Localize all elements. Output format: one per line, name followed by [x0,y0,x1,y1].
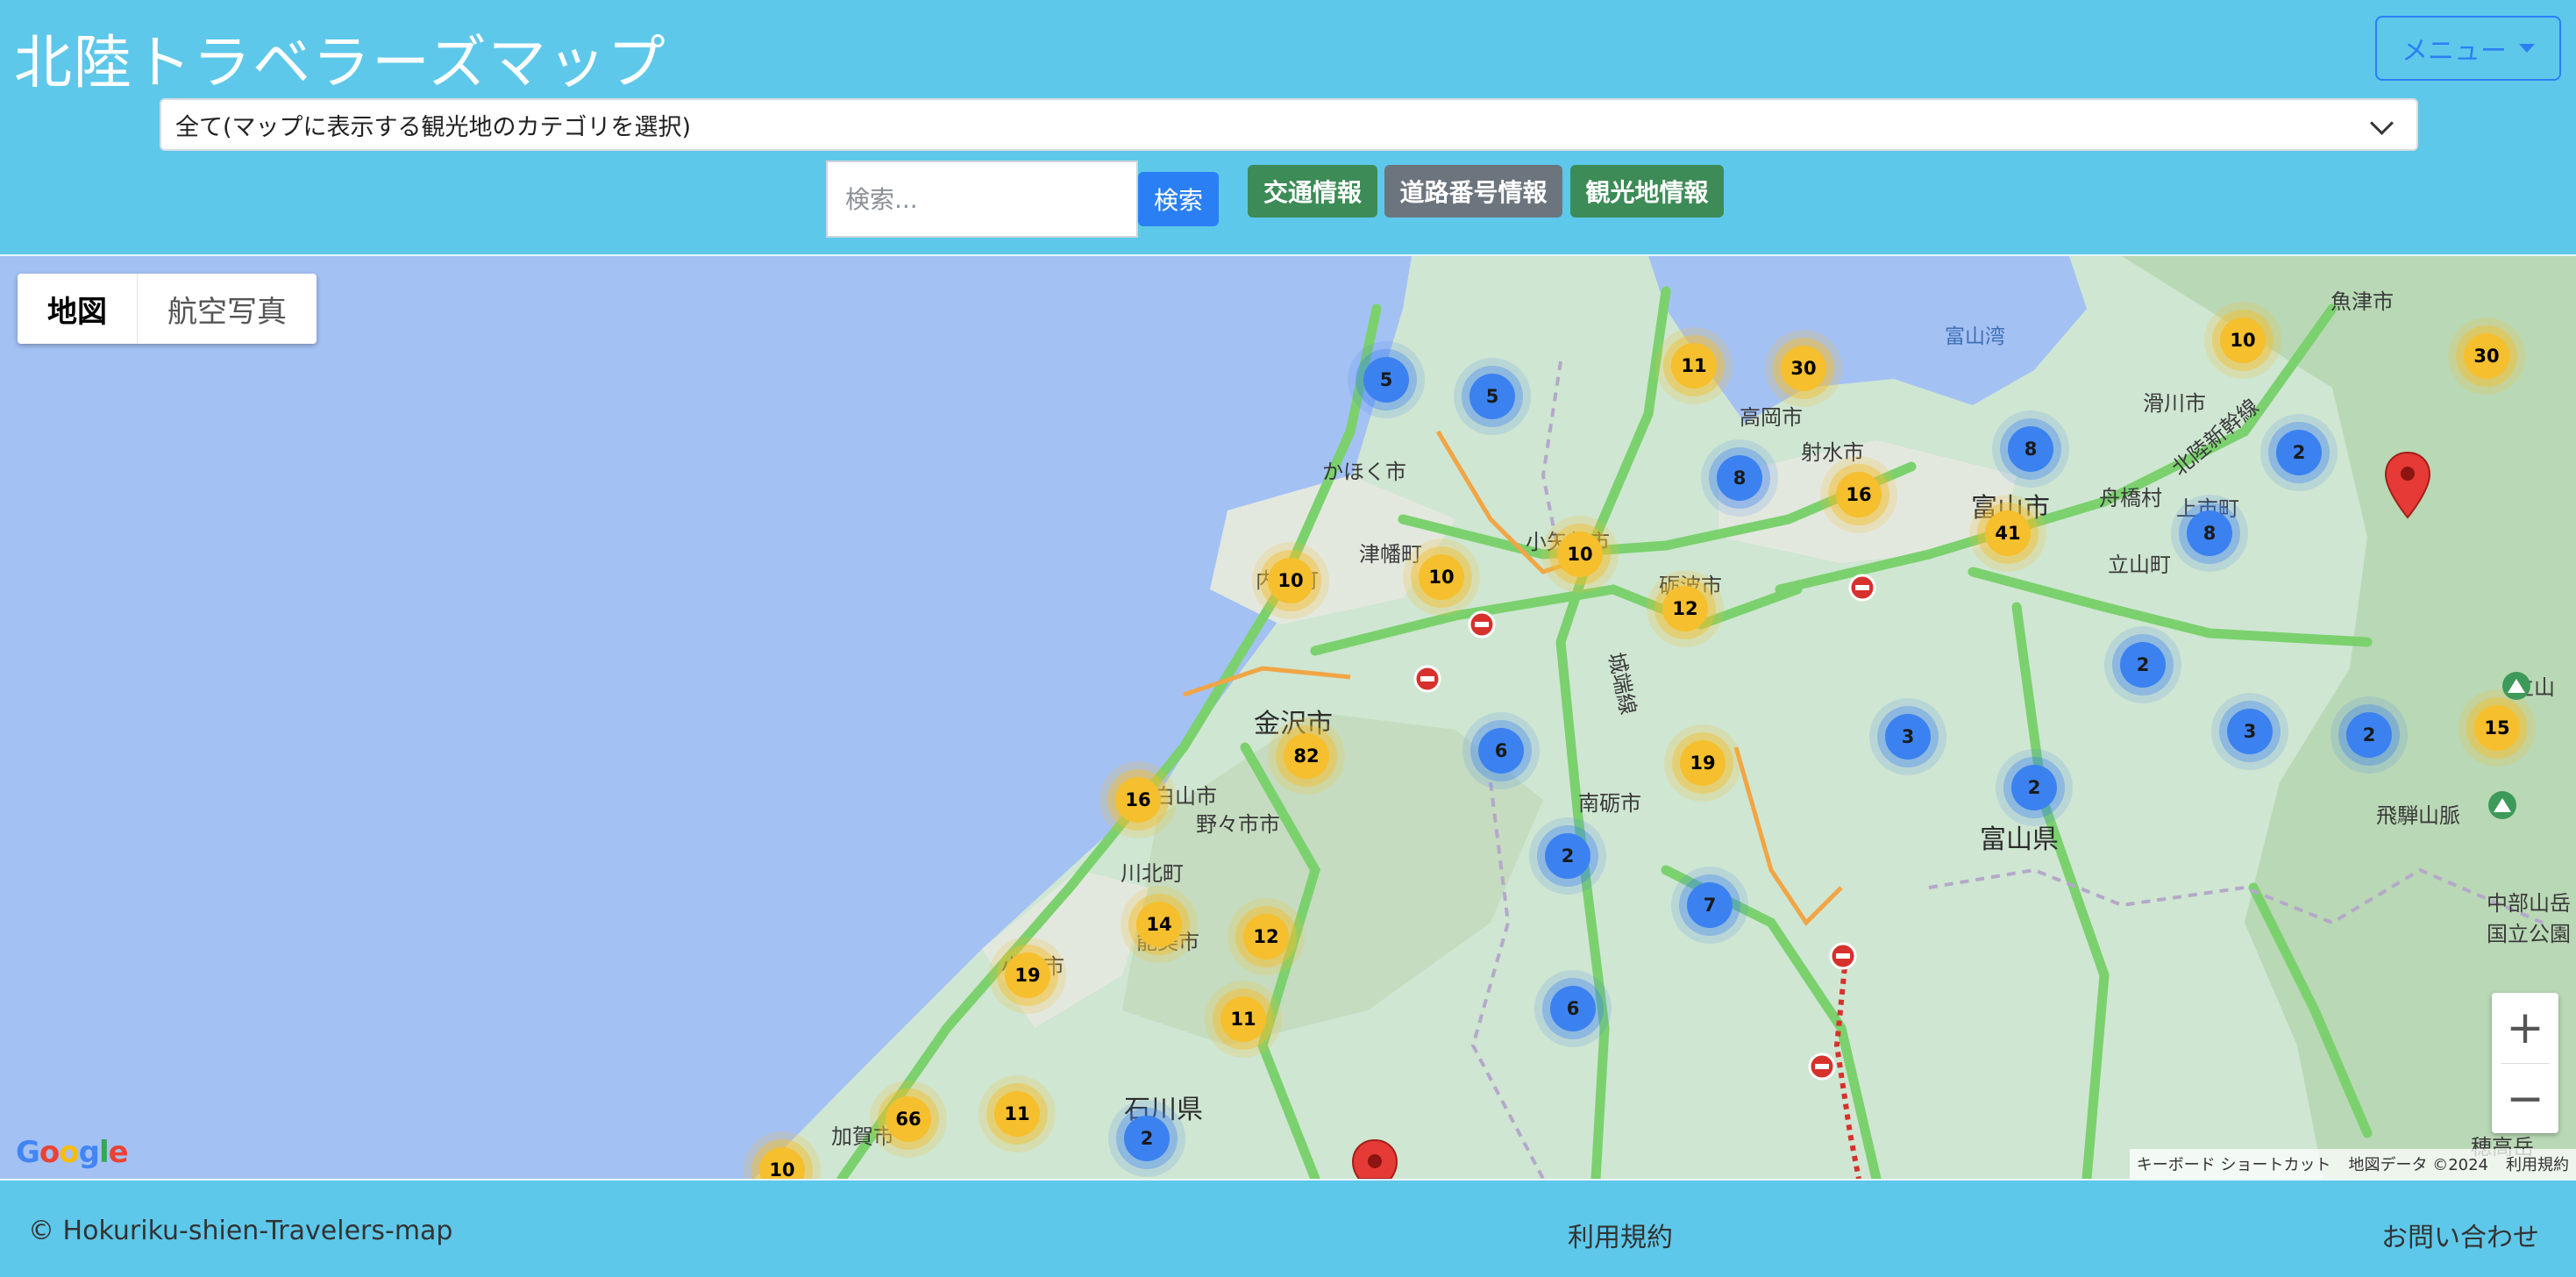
map-terms-link[interactable]: 利用規約 [2506,1152,2569,1175]
place-label: 南砺市 [1578,791,1641,816]
map-data-credit: 地図データ ©2024 [2348,1156,2488,1174]
cluster-marker[interactable]: 3 [2227,709,2273,754]
place-label: 中部山岳国立公園 [2487,891,2571,946]
traffic-info-button[interactable]: 交通情報 [1248,165,1377,218]
header: 北陸トラベラーズマップ メニュー 全て(マップに表示する観光地のカテゴリを選択)… [0,0,2576,256]
cluster-marker[interactable]: 11 [1220,996,1266,1042]
map-type-control: 地図 航空写真 [18,274,317,344]
category-select-value: 全て(マップに表示する観光地のカテゴリを選択) [175,113,692,141]
cluster-marker[interactable]: 10 [1268,558,1313,603]
place-label: 富山県 [1980,824,2059,855]
cluster-marker[interactable]: 7 [1687,882,1733,928]
place-label: 飛騨山脈 [2376,803,2460,828]
road-closure-icon[interactable] [1413,665,1441,693]
place-label: 金沢市 [1254,709,1333,739]
cluster-marker[interactable]: 82 [1284,733,1329,779]
cluster-marker[interactable]: 2 [2011,765,2057,810]
cluster-marker[interactable]: 8 [1717,455,1762,501]
footer-contact-link[interactable]: お問い合わせ [2381,1216,2539,1254]
map-attribution: キーボード ショートカット 地図データ ©2024 利用規約 [2129,1149,2576,1179]
mountain-icon [2488,791,2516,819]
cluster-marker[interactable]: 2 [2120,642,2166,688]
place-label: 野々市市 [1196,812,1280,837]
site-title: 北陸トラベラーズマップ [14,29,667,96]
place-label: 白山市 [1154,784,1217,809]
place-label: 魚津市 [2330,289,2394,314]
cluster-marker[interactable]: 5 [1363,357,1409,403]
cluster-marker[interactable]: 8 [2008,426,2053,472]
footer-terms-link[interactable]: 利用規約 [1568,1216,1673,1254]
caret-down-icon [2519,44,2535,53]
category-select[interactable]: 全て(マップに表示する観光地のカテゴリを選択) [160,98,2418,151]
map[interactable]: 地図 航空写真 富山湾 滑川市 かほく市 高岡市 射水市 富山市 舟橋村 上市町… [0,256,2576,1179]
map-type-map-button[interactable]: 地図 [18,274,138,344]
cluster-marker[interactable]: 15 [2474,705,2520,751]
place-label: 川北町 [1121,861,1184,886]
place-label: 加賀市 [831,1124,894,1149]
search-button[interactable]: 検索 [1138,172,1219,226]
road-closure-icon[interactable] [1829,942,1857,970]
cluster-marker[interactable]: 12 [1243,914,1289,960]
cluster-marker[interactable]: 2 [1124,1116,1170,1161]
cluster-marker[interactable]: 14 [1136,902,1182,947]
cluster-marker[interactable]: 11 [1671,343,1717,389]
cluster-marker[interactable]: 66 [886,1096,931,1142]
cluster-marker[interactable]: 41 [1985,510,2031,556]
chevron-down-icon [2370,111,2394,135]
place-label: 舟橋村 [2099,486,2162,510]
mountain-icon [2502,672,2530,700]
cluster-marker[interactable]: 3 [1885,714,1931,760]
place-label: 滑川市 [2143,391,2206,416]
cluster-marker[interactable]: 10 [1557,531,1603,577]
cluster-marker[interactable]: 30 [2464,333,2509,379]
cluster-marker[interactable]: 5 [1469,374,1515,419]
road-closure-icon[interactable] [1808,1052,1836,1081]
footer-copyright: © Hokuriku-shien-Travelers-map [28,1216,453,1246]
tourist-spot-info-button[interactable]: 観光地情報 [1570,165,1724,218]
cluster-marker[interactable]: 16 [1836,472,1882,517]
cluster-marker[interactable]: 19 [1680,740,1726,786]
keyboard-shortcuts-link[interactable]: キーボード ショートカット [2137,1152,2331,1175]
zoom-in-button[interactable]: + [2492,993,2558,1063]
cluster-marker[interactable]: 2 [2346,712,2392,758]
menu-label: メニュー [2402,36,2507,67]
footer: © Hokuriku-shien-Travelers-map 利用規約 お問い合… [0,1179,2576,1277]
cluster-marker[interactable]: 12 [1662,586,1708,631]
cluster-marker[interactable]: 10 [2220,317,2266,363]
zoom-control: + − [2492,993,2558,1133]
road-number-info-button[interactable]: 道路番号情報 [1384,165,1562,218]
zoom-out-button[interactable]: − [2492,1064,2558,1134]
cluster-marker[interactable]: 8 [2187,510,2232,556]
cluster-marker[interactable]: 6 [1550,986,1596,1031]
cluster-marker[interactable]: 2 [2276,430,2322,475]
cluster-marker[interactable]: 11 [994,1091,1040,1137]
place-label: 富山湾 [1945,325,2005,348]
map-pin-icon[interactable] [2383,451,2432,519]
cluster-marker[interactable]: 6 [1478,728,1524,774]
cluster-marker[interactable]: 10 [1419,554,1464,600]
place-label: 津幡町 [1359,542,1422,567]
place-label: 射水市 [1801,440,1864,465]
place-label: 立山町 [2108,553,2171,577]
cluster-marker[interactable]: 19 [1005,952,1050,998]
google-logo: Google [16,1135,129,1170]
road-closure-icon[interactable] [1848,574,1876,602]
map-pin-icon[interactable] [1350,1138,1399,1179]
search-input[interactable] [826,161,1138,238]
menu-button[interactable]: メニュー [2375,16,2561,81]
cluster-marker[interactable]: 2 [1545,833,1590,879]
road-closure-icon[interactable] [1468,610,1496,638]
cluster-marker[interactable]: 16 [1115,777,1161,823]
place-label: かほく市 [1322,460,1406,484]
cluster-marker[interactable]: 30 [1781,346,1826,391]
map-type-satellite-button[interactable]: 航空写真 [138,274,317,344]
place-label: 高岡市 [1740,405,1803,430]
